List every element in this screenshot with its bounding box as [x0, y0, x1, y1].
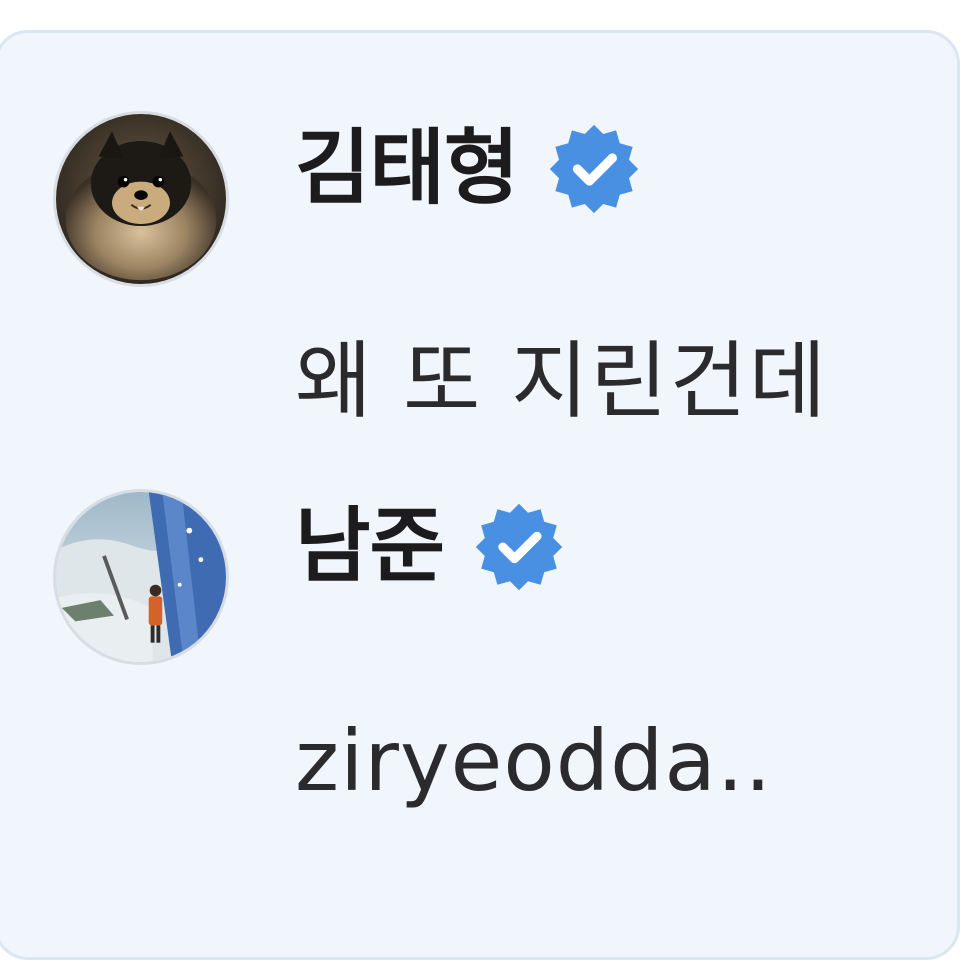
- author-row: 김태형: [295, 109, 640, 229]
- pomeranian-avatar-icon: [56, 114, 226, 284]
- comments-card: 김태형 왜 또 지린건데 남준 ziryeodda..: [0, 30, 960, 960]
- verified-badge-icon: [475, 503, 563, 591]
- comment-text: 왜 또 지린건데: [295, 332, 829, 430]
- comment-text: ziryeodda..: [295, 712, 773, 810]
- verified-badge-icon: [550, 124, 639, 214]
- landscape-avatar-icon: [56, 492, 226, 662]
- avatar[interactable]: [53, 111, 229, 287]
- avatar[interactable]: [53, 489, 229, 665]
- screenshot-frame: 김태형 왜 또 지린건데 남준 ziryeodda..: [0, 0, 970, 970]
- author-name[interactable]: 김태형: [295, 128, 519, 210]
- author-name[interactable]: 남준: [295, 506, 445, 588]
- author-row: 남준: [295, 487, 564, 607]
